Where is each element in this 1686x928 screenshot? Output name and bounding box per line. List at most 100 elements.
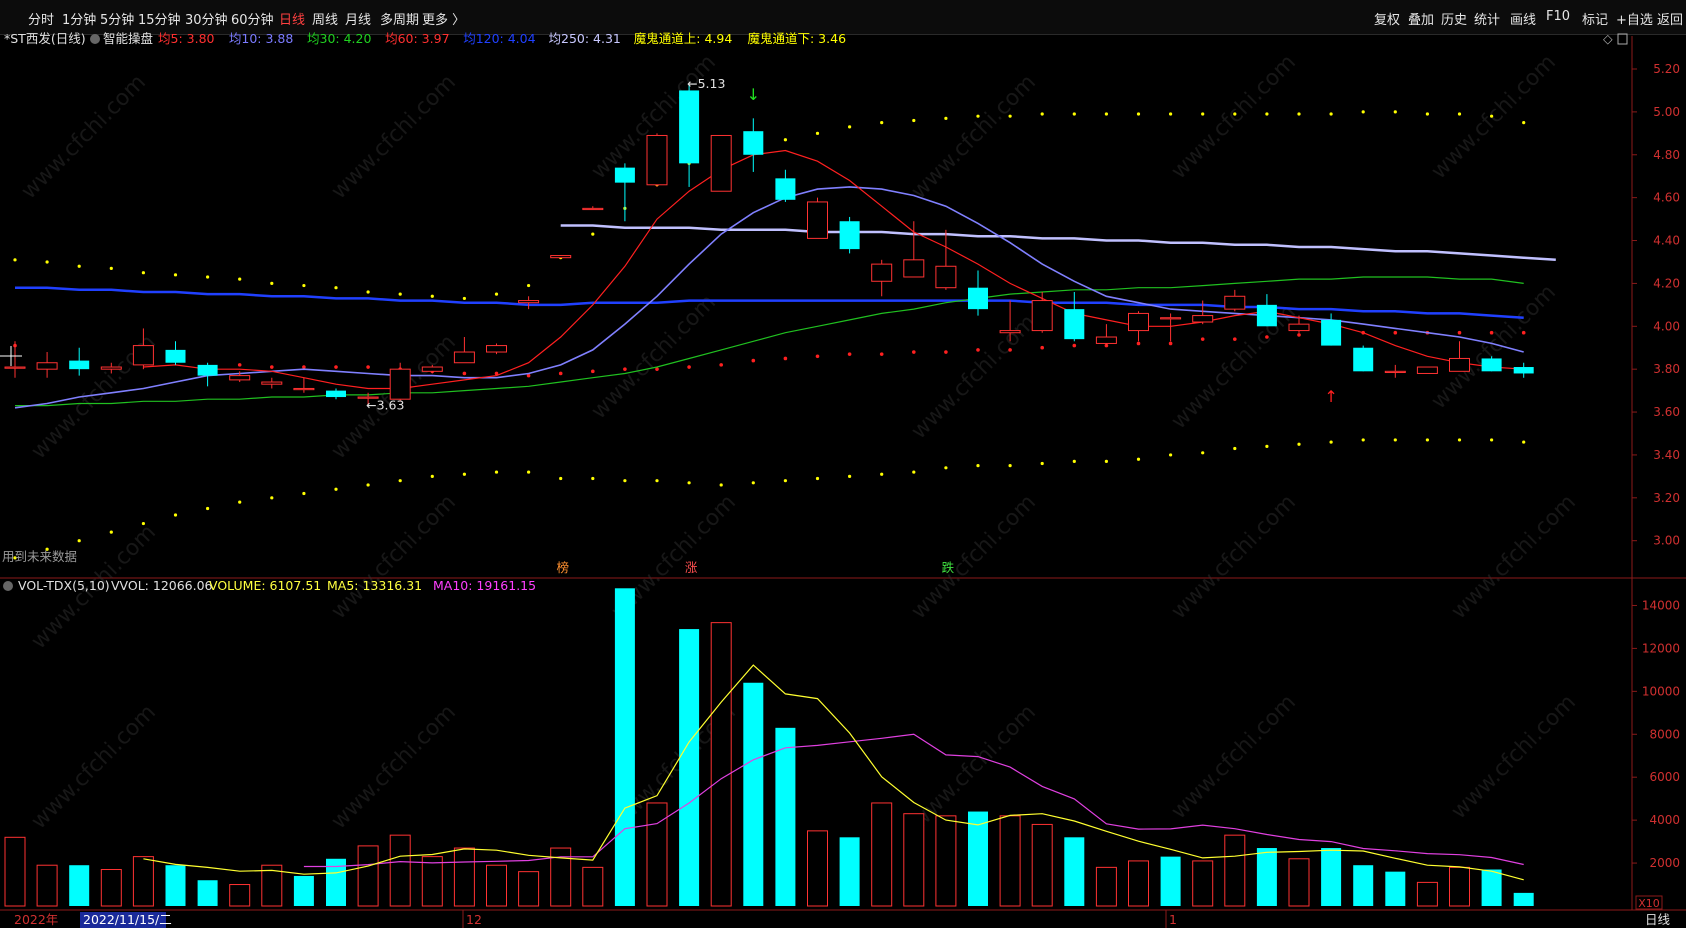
channel-upper-dot [815,131,820,135]
candle [935,229,957,290]
volume-bar [1449,866,1470,907]
support-dot [1040,345,1044,350]
candle [1064,291,1085,342]
candle [839,216,860,254]
channel-lower-dot [77,539,81,543]
volume-bar [1416,881,1438,907]
support-dot [1136,341,1141,346]
volume-tick-label-1: 4000 [1649,813,1680,827]
ma-legend-0: 均5: 3.80 [158,31,215,46]
channel-upper-dot [1072,112,1076,116]
candle [1481,356,1502,372]
candle [582,206,604,211]
channel-upper-dot [1522,121,1526,125]
support-dot [815,354,820,359]
channel-upper-dot [1265,112,1269,116]
candle-body [69,360,90,370]
candle-body [1128,312,1149,332]
stock-chart: www.cfchi.com www.cfchi.com www.cfchi.com w… [0,31,1686,928]
candle [903,221,925,278]
support-dot [302,365,306,369]
channel-upper-dot [77,264,81,268]
volume-bar [132,856,154,907]
support-dot [270,365,274,369]
channel-upper-dot [1329,112,1333,116]
volume-bar [1031,823,1053,907]
channel-lower-dot [1490,438,1494,442]
candle-body [132,345,154,366]
support-dot [334,365,338,369]
support-dot [1297,333,1301,337]
watermark-11: www.cfchi.com [1427,280,1561,414]
channel-upper-dot [462,296,466,301]
ma10-line [14,186,1524,409]
ma-legend-1: 均10: 3.88 [229,31,293,46]
watermark-18: www.cfchi.com [27,700,161,834]
channel-upper-dot [1425,112,1429,116]
ma-legend-2: 均30: 4.20 [307,31,371,46]
price-tick-label-2: 3.40 [1653,448,1680,462]
high-price-marker: ←5.13 [687,76,725,91]
ma-legend-6: 魔鬼通道上: 4.94 [634,31,733,46]
channel-upper-dot [206,275,210,279]
volume-bar [100,869,122,907]
watermark-3: www.cfchi.com [907,70,1041,204]
candle [968,270,988,316]
volume-bar [486,864,507,907]
volume-bar [389,834,411,907]
signal-label-0: 榜 [556,560,569,575]
volume-bar [935,815,957,907]
channel-lower-dot [1425,438,1429,442]
candle [486,343,507,355]
candle-body [582,207,604,211]
month-label-0: 12 [466,912,482,927]
price-tick-label-8: 4.60 [1653,191,1680,205]
support-dot [591,369,595,374]
channel-upper-dot [783,138,788,142]
channel-upper-dot [334,286,338,290]
volume-bar [871,802,893,907]
channel-lower-dot [655,479,659,483]
candle [1160,313,1182,342]
candle [36,352,58,378]
support-dot [1168,341,1173,346]
channel-lower-dot [976,464,980,468]
candle-body [1353,347,1374,372]
watermark-0: www.cfchi.com [17,70,151,204]
volume-bar [165,865,186,906]
channel-lower-dot [880,472,884,476]
volume-bar [197,880,218,906]
volume-bar [614,588,635,906]
price-tick-label-11: 5.20 [1653,62,1680,76]
candle-body [679,90,700,164]
price-tick-label-5: 4.00 [1653,319,1680,333]
candle-body [1321,319,1342,346]
volume-bar [679,629,700,906]
channel-upper-dot [527,283,531,288]
candle-body [968,287,988,310]
candle-body [1256,304,1277,327]
volume-bar [903,813,925,907]
indicator-toggle-icon [90,34,100,44]
channel-upper-dot [1297,112,1301,116]
candle-body [36,362,58,370]
watermark-9: www.cfchi.com [907,310,1041,444]
channel-upper-dot [1201,112,1205,116]
candle [1513,362,1534,378]
volume-bar [1385,871,1406,906]
support-dot [976,348,980,352]
channel-upper-dot [1361,110,1365,114]
candle [1416,366,1438,374]
cursor-date: 2022/11/15/二 [83,912,172,927]
year-label: 2022年 [14,912,58,927]
ma-legend-4: 均120: 4.04 [463,31,535,46]
volume-bar [229,884,251,907]
channel-lower-dot [1201,451,1205,455]
volume-bar [1353,865,1374,906]
candle-body [807,201,828,239]
volume-legend-1: VVOL: 12066.06 [111,578,213,593]
support-dot [1393,330,1398,335]
channel-lower-dot [109,530,113,534]
volume-tick-label-0: 2000 [1649,856,1680,870]
candle-body [1481,358,1502,372]
